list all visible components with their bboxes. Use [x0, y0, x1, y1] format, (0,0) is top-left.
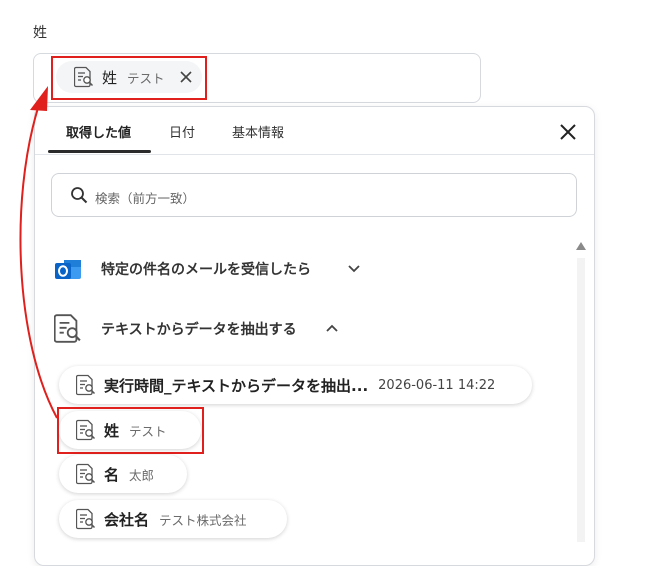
- list-item[interactable]: 会社名 テスト株式会社: [59, 500, 287, 538]
- tab-date[interactable]: 日付: [169, 122, 195, 141]
- document-search-icon: [76, 508, 96, 530]
- list-item[interactable]: 実行時間_テキストからデータを抽出... 2026-06-11 14:22: [59, 366, 532, 404]
- active-tab-indicator: [48, 150, 151, 153]
- field-label: 姓: [33, 25, 47, 41]
- group-title-outlook[interactable]: 特定の件名のメールを受信したら: [101, 259, 311, 279]
- document-search-icon: [76, 374, 96, 396]
- item-label: 名: [104, 465, 120, 484]
- tab-basic-info[interactable]: 基本情報: [232, 122, 284, 141]
- item-label: 実行時間_テキストからデータを抽出...: [104, 376, 369, 395]
- group-title-extract[interactable]: テキストからデータを抽出する: [101, 319, 297, 339]
- item-value: テスト株式会社: [159, 512, 247, 528]
- search-placeholder: 検索（前方一致）: [95, 191, 196, 206]
- scroll-up-arrow-icon[interactable]: [575, 241, 587, 251]
- close-icon[interactable]: [558, 122, 578, 142]
- tab-divider: [35, 154, 594, 155]
- highlight-box-top: [51, 56, 207, 100]
- item-value: 2026-06-11 14:22: [378, 377, 496, 393]
- outlook-icon: [55, 260, 81, 279]
- search-icon: [71, 187, 88, 204]
- chevron-up-icon[interactable]: [325, 323, 339, 333]
- item-label: 会社名: [104, 510, 150, 529]
- item-value: 太郎: [129, 467, 155, 483]
- chevron-down-icon[interactable]: [347, 264, 361, 274]
- highlight-box-item: [57, 407, 204, 454]
- tab-acquired-values[interactable]: 取得した値: [66, 122, 131, 141]
- scrollbar-track[interactable]: [577, 258, 585, 542]
- document-search-icon: [76, 463, 96, 485]
- document-search-icon: [54, 313, 82, 344]
- list-item[interactable]: 名 太郎: [59, 455, 187, 493]
